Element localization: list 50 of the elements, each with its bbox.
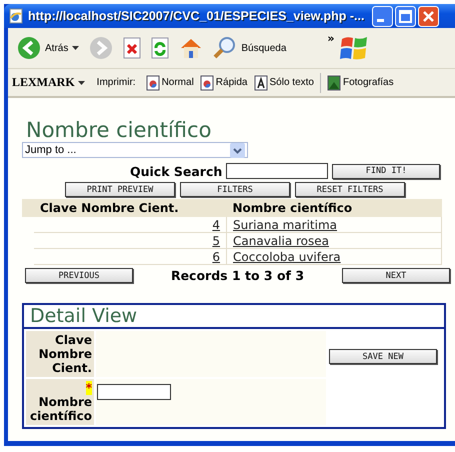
caret-icon xyxy=(72,46,80,50)
action-button[interactable]: PRINT PREVIEW xyxy=(65,182,175,197)
page-icon xyxy=(8,8,24,24)
print-mode-button[interactable]: Normal xyxy=(146,74,194,90)
record-link[interactable]: Canavalia rosea xyxy=(233,234,329,248)
minimize-icon[interactable] xyxy=(372,6,394,26)
brand-logo[interactable]: LEXMARK xyxy=(12,75,75,90)
stop-icon xyxy=(123,37,142,59)
search-button[interactable]: Búsqueda xyxy=(210,36,290,60)
action-button[interactable]: FILTERS xyxy=(180,182,290,197)
text-field[interactable] xyxy=(97,384,171,400)
record-link[interactable]: 6 xyxy=(212,250,220,264)
text-page-icon xyxy=(254,74,268,90)
house-icon xyxy=(179,36,204,60)
search-label: Quick Search xyxy=(130,164,222,178)
overflow-chevron[interactable]: » xyxy=(327,32,334,45)
page-icon xyxy=(146,74,160,90)
record-link[interactable]: Coccoloba uvifera xyxy=(233,250,341,264)
caret-icon xyxy=(78,80,85,84)
column-header: Nombre científico xyxy=(226,199,442,217)
detail-heading: Detail View xyxy=(24,305,444,329)
find-button[interactable]: FIND IT! xyxy=(332,164,440,178)
required-mark: * xyxy=(86,381,92,395)
next-button[interactable]: NEXT xyxy=(342,268,450,283)
column-header: Clave Nombre Cient. xyxy=(34,199,226,217)
print-mode-button[interactable]: Sólo texto xyxy=(254,74,314,90)
search-field[interactable] xyxy=(226,163,328,179)
records-count: Records 1 to 3 of 3 xyxy=(170,268,304,283)
print-label: Imprimir: xyxy=(96,77,136,88)
table-header-background xyxy=(22,199,34,217)
print-mode-button[interactable]: Fotografías xyxy=(326,74,394,90)
maximize-icon[interactable] xyxy=(395,6,416,26)
close-icon[interactable] xyxy=(418,6,440,26)
field-label: Clave Nombre Cient. xyxy=(38,333,92,375)
record-link[interactable]: 4 xyxy=(212,218,220,232)
refresh-icon xyxy=(151,37,170,59)
page-icon xyxy=(200,74,214,90)
photo-icon xyxy=(326,74,341,90)
search-icon xyxy=(213,36,238,60)
save-button[interactable]: SAVE NEW xyxy=(329,349,437,364)
back-button[interactable]: Atrás xyxy=(14,36,82,60)
window-title: http://localhost/SIC2007/CVC_01/ESPECIES_view.php -... xyxy=(28,9,364,23)
field-label: Nombre científico xyxy=(30,395,92,423)
print-mode-button[interactable]: Rápida xyxy=(200,74,248,90)
jump-select[interactable]: Jump to ... xyxy=(22,142,248,158)
page-heading: Nombre científico xyxy=(26,118,212,142)
record-link[interactable]: Suriana maritima xyxy=(233,218,338,232)
record-link[interactable]: 5 xyxy=(212,234,220,248)
action-button[interactable]: RESET FILTERS xyxy=(295,182,405,197)
previous-button[interactable]: PREVIOUS xyxy=(25,268,133,283)
